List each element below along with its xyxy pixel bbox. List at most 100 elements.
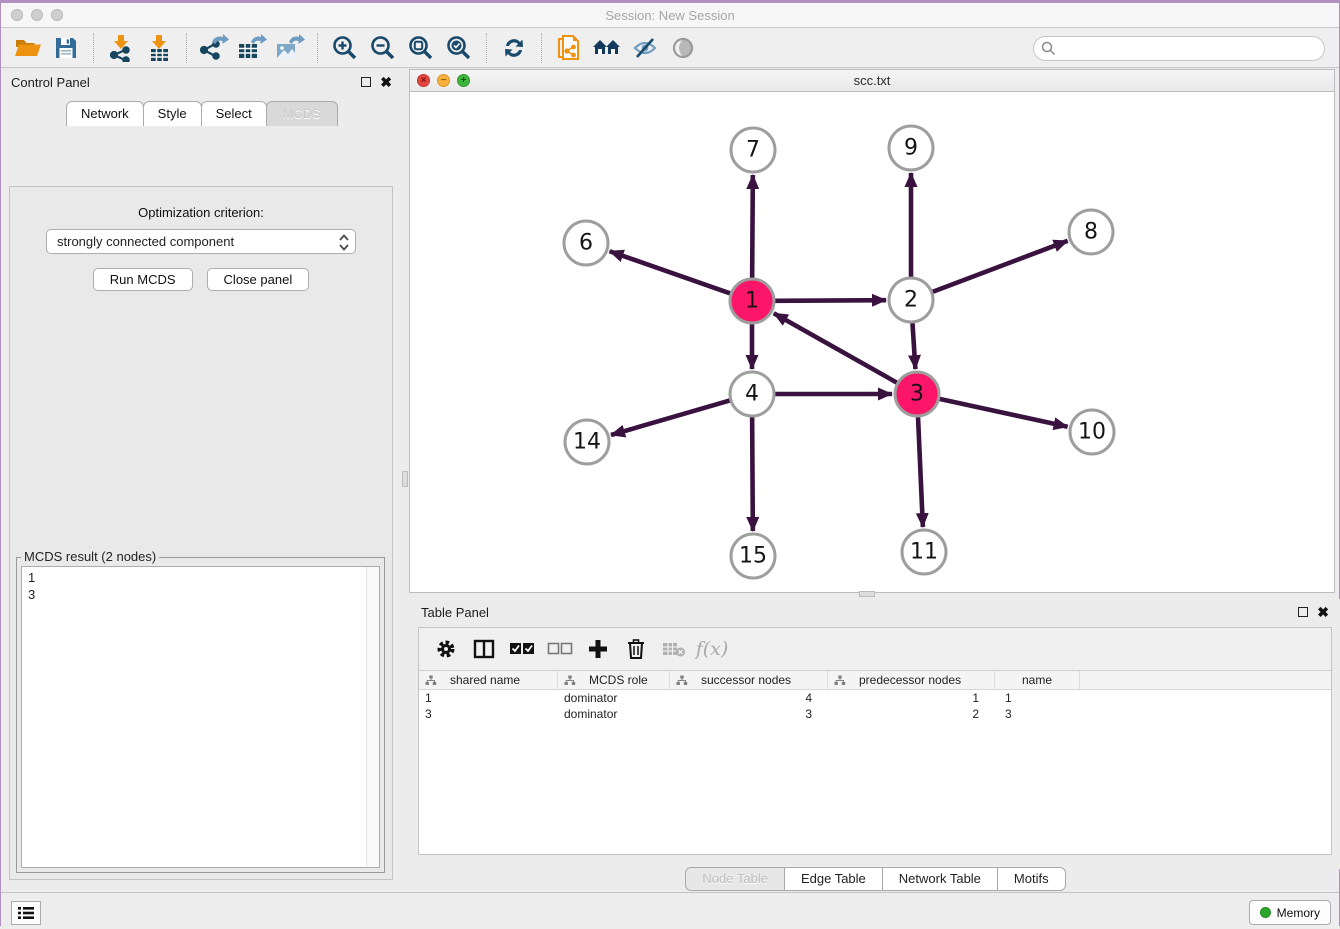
float-table-panel-icon[interactable]	[1298, 607, 1308, 617]
edge-4-15[interactable]	[752, 417, 753, 531]
close-panel-button[interactable]: Close panel	[207, 268, 310, 291]
criterion-dropdown[interactable]: strongly connected component	[46, 229, 356, 254]
graph-node-label-10: 10	[1078, 420, 1106, 445]
export-image-button[interactable]	[271, 31, 309, 65]
memory-button[interactable]: Memory	[1249, 900, 1331, 925]
edge-1-6[interactable]	[610, 251, 731, 293]
table-tabs: Node Table Edge Table Network Table Moti…	[409, 867, 1340, 892]
column-header-name[interactable]: name	[995, 671, 1080, 689]
zoom-selected-button[interactable]	[440, 31, 478, 65]
graph-node-label-7: 7	[746, 138, 760, 163]
import-network-button[interactable]	[102, 31, 140, 65]
open-ndex-button[interactable]	[550, 31, 588, 65]
task-history-button[interactable]	[11, 901, 41, 925]
vertical-splitter-handle[interactable]	[402, 471, 408, 487]
edge-1-2[interactable]	[775, 300, 886, 301]
table-toolbar: f(x)	[419, 628, 1331, 671]
cell-predecessor: 2	[828, 707, 995, 721]
export-network-button[interactable]	[195, 31, 233, 65]
table-panel: Table Panel ✖	[409, 599, 1340, 869]
network-browser-button[interactable]	[588, 31, 626, 65]
edge-3-1[interactable]	[774, 313, 897, 382]
tab-style[interactable]: Style	[143, 101, 202, 126]
column-header-shared_name[interactable]: shared name	[419, 671, 558, 689]
column-type-icon	[564, 675, 576, 686]
network-window-titlebar: × − + scc.txt	[410, 70, 1334, 92]
column-header-successor[interactable]: successor nodes	[670, 671, 828, 689]
table-body: 1dominator4113dominator323	[419, 690, 1331, 722]
run-mcds-button[interactable]: Run MCDS	[93, 268, 193, 291]
edge-3-11[interactable]	[918, 417, 923, 527]
cell-predecessor: 1	[828, 691, 995, 705]
select-all-button[interactable]	[505, 633, 539, 665]
table-settings-button[interactable]	[429, 633, 463, 665]
edge-4-14[interactable]	[611, 400, 730, 435]
edge-3-10[interactable]	[939, 399, 1067, 427]
save-session-button[interactable]	[47, 31, 85, 65]
show-graphics-details-button[interactable]	[664, 31, 702, 65]
graph-node-label-4: 4	[745, 382, 759, 407]
tab-edge-table[interactable]: Edge Table	[784, 867, 883, 891]
hide-panel-button[interactable]	[626, 31, 664, 65]
cell-name: 1	[995, 691, 1080, 705]
tab-motifs[interactable]: Motifs	[997, 867, 1066, 891]
float-panel-icon[interactable]	[361, 77, 371, 87]
close-table-panel-icon[interactable]: ✖	[1317, 605, 1329, 619]
chevron-up-down-icon	[338, 234, 350, 251]
edge-2-8[interactable]	[933, 241, 1068, 292]
delete-table-button	[657, 633, 691, 665]
mcds-result-fieldset: MCDS result (2 nodes) 1 3	[16, 557, 385, 873]
tab-mcds[interactable]: MCDS	[266, 101, 338, 126]
table-row[interactable]: 1dominator411	[419, 690, 1331, 706]
search-input[interactable]	[1033, 36, 1325, 61]
toolbar-separator	[486, 33, 487, 63]
window-title: Session: New Session	[1, 8, 1339, 23]
column-header-mcds_role[interactable]: MCDS role	[558, 671, 670, 689]
network-canvas[interactable]: 7968124314101511	[410, 92, 1334, 592]
horizontal-splitter-handle[interactable]	[859, 591, 875, 597]
search-container	[1033, 36, 1325, 61]
eye-slash-icon	[632, 36, 658, 60]
table-container: f(x) shared nameMCDS rolesuccessor nodes…	[418, 627, 1332, 855]
column-header-predecessor[interactable]: predecessor nodes	[828, 671, 995, 689]
fit-content-button[interactable]	[402, 31, 440, 65]
import-table-icon	[146, 34, 172, 62]
toolbar-separator	[317, 33, 318, 63]
zoom-in-button[interactable]	[326, 31, 364, 65]
graph-node-label-9: 9	[904, 136, 918, 161]
status-bar: Memory	[1, 892, 1339, 929]
result-scrollbar[interactable]	[366, 567, 379, 867]
zoom-out-button[interactable]	[364, 31, 402, 65]
export-image-icon	[275, 34, 305, 62]
table-row[interactable]: 3dominator323	[419, 706, 1331, 722]
column-type-icon	[834, 675, 846, 686]
delete-column-button[interactable]	[619, 633, 653, 665]
open-folder-icon	[14, 36, 42, 60]
open-session-button[interactable]	[9, 31, 47, 65]
trash-icon	[626, 638, 646, 660]
edges-layer	[610, 173, 1068, 531]
refresh-layout-button[interactable]	[495, 31, 533, 65]
graph-node-label-8: 8	[1084, 220, 1098, 245]
document-network-icon	[556, 34, 582, 62]
criterion-value: strongly connected component	[57, 234, 234, 249]
tab-node-table[interactable]: Node Table	[685, 867, 785, 891]
edge-1-7[interactable]	[752, 175, 753, 278]
toolbar-separator	[541, 33, 542, 63]
close-panel-icon[interactable]: ✖	[380, 75, 392, 89]
export-table-button[interactable]	[233, 31, 271, 65]
graph-node-label-2: 2	[904, 288, 918, 313]
mcds-result-text[interactable]: 1 3	[21, 566, 380, 868]
tab-select[interactable]: Select	[201, 101, 267, 126]
edge-2-3[interactable]	[912, 323, 915, 369]
import-table-button[interactable]	[140, 31, 178, 65]
tab-network[interactable]: Network	[66, 101, 144, 126]
eye-icon	[670, 36, 696, 60]
table-header-row: shared nameMCDS rolesuccessor nodes prede…	[419, 671, 1331, 690]
show-columns-button[interactable]	[467, 633, 501, 665]
column-label: predecessor nodes	[859, 673, 961, 687]
tab-network-table[interactable]: Network Table	[882, 867, 998, 891]
add-column-button[interactable]	[581, 633, 615, 665]
list-icon	[18, 906, 34, 920]
deselect-all-button[interactable]	[543, 633, 577, 665]
